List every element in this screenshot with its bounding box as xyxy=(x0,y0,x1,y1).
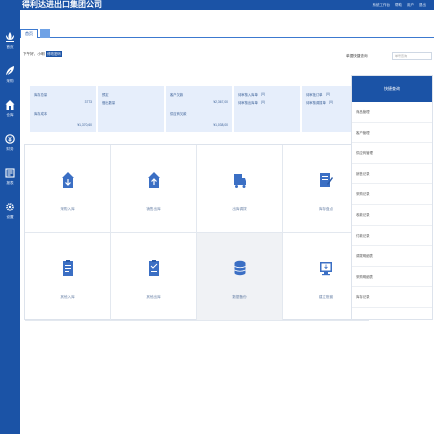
module-label: 其他出库 xyxy=(146,295,161,299)
quick-query-panel: 快捷查询 商品管理 客户管理 供应商管理 销售记录 采购记录 收款记录 付款记录… xyxy=(351,75,433,320)
quick-item-stock-records[interactable]: 库存记录 xyxy=(352,287,432,308)
sidebar-item-report[interactable]: 报表 xyxy=(0,162,20,196)
top-link-help[interactable]: 帮助 xyxy=(395,3,402,7)
change-password-button[interactable]: 修改密码 xyxy=(46,51,62,57)
greeting-text: 下午好，小明 xyxy=(23,52,45,56)
stat-value: ¥2,367,00 xyxy=(213,100,228,104)
module-grid: 采购入库 销售出库 出库调拨 库存盘点 其他入库 其他出库 数据备份 建立账套 xyxy=(24,144,370,321)
stat-value: (0) xyxy=(261,100,266,104)
sidebar-item-label: 采购 xyxy=(6,79,14,83)
module-label: 数据备份 xyxy=(232,295,247,299)
search-input[interactable]: 单号查询 xyxy=(392,52,432,60)
stats-row: 库存总量 3773 库存成本 ¥1,370,60 预定 借出数量 客户欠款 ¥2… xyxy=(30,86,370,132)
quick-item-receipt-records[interactable]: 收款记录 xyxy=(352,205,432,226)
search-label: 单据快捷查询 xyxy=(346,54,368,58)
clipboard-out-icon xyxy=(149,260,159,276)
quick-item-suppliers[interactable]: 供应商管理 xyxy=(352,143,432,164)
gear-icon xyxy=(6,203,14,211)
module-label: 其他入库 xyxy=(60,295,75,299)
quick-item-products[interactable]: 商品管理 xyxy=(352,102,432,123)
module-label: 出库调拨 xyxy=(232,207,247,211)
quick-item-customers[interactable]: 客户管理 xyxy=(352,123,432,144)
top-link-logout[interactable]: 退出 xyxy=(419,3,426,7)
stat-value: (0) xyxy=(261,92,266,96)
left-sidebar: 首页 采购 仓库 财务 报表 设置 xyxy=(0,10,20,434)
stat-value: (0) xyxy=(329,100,334,104)
stat-label: 库存总量 xyxy=(34,93,48,97)
quick-item-transfer-details[interactable]: 调拨明细表 xyxy=(352,246,432,267)
module-other-out[interactable]: 其他出库 xyxy=(111,233,197,321)
sidebar-item-label: 财务 xyxy=(6,147,14,151)
top-bar: 得利达进出口集团公司 系统工作台 帮助 用户 退出 xyxy=(0,0,434,10)
stat-card-pending-stock[interactable]: 待审核入库单 (0) 待审核出库单 (0) xyxy=(234,86,300,132)
stat-label: 借出数量 xyxy=(102,101,116,105)
stat-card-inventory: 库存总量 3773 库存成本 ¥1,370,60 xyxy=(30,86,96,132)
top-link-workbench[interactable]: 系统工作台 xyxy=(373,3,391,7)
app-title: 得利达进出口集团公司 xyxy=(22,0,102,9)
sidebar-item-label: 报表 xyxy=(6,181,14,185)
stat-card-debt: 客户欠款 ¥2,367,00 供应商欠款 ¥1,038,00 xyxy=(166,86,232,132)
sidebar-item-home[interactable]: 首页 xyxy=(0,26,20,60)
report-icon xyxy=(5,168,15,178)
sidebar-item-purchase[interactable]: 采购 xyxy=(0,60,20,94)
sidebar-item-finance[interactable]: 财务 xyxy=(0,128,20,162)
stat-label: 待审核调拨单 xyxy=(306,101,326,105)
top-link-user[interactable]: 用户 xyxy=(407,3,414,7)
sidebar-item-warehouse[interactable]: 仓库 xyxy=(0,94,20,128)
tab-home[interactable]: 首页 xyxy=(20,29,38,38)
database-icon xyxy=(234,260,246,276)
sidebar-item-label: 设置 xyxy=(6,215,14,219)
stat-label: 待审核出库单 xyxy=(238,101,258,105)
stat-label: 待审批订单 xyxy=(306,93,323,97)
home-icon xyxy=(5,100,15,110)
quick-item-purchase-details[interactable]: 采购明细表 xyxy=(352,267,432,288)
quick-query-title: 快捷查询 xyxy=(352,76,432,102)
stat-value: (0) xyxy=(326,92,331,96)
edit-doc-icon xyxy=(320,173,333,187)
stat-card-reserve: 预定 借出数量 xyxy=(98,86,164,132)
quick-item-purchase-records[interactable]: 采购记录 xyxy=(352,184,432,205)
stat-label: 库存成本 xyxy=(34,112,48,116)
inbound-house-icon xyxy=(62,172,74,188)
stat-value: 3773 xyxy=(84,100,92,104)
tab-strip: 首页 xyxy=(20,10,434,38)
top-links: 系统工作台 帮助 用户 退出 xyxy=(369,0,426,10)
stat-label: 待审核入库单 xyxy=(238,93,258,97)
module-label: 销售出库 xyxy=(146,207,161,211)
quick-item-sales-records[interactable]: 销售记录 xyxy=(352,164,432,185)
stat-label: 客户欠款 xyxy=(170,93,184,97)
module-other-in[interactable]: 其他入库 xyxy=(25,233,111,321)
stat-label: 预定 xyxy=(102,93,109,97)
stat-value: ¥1,370,60 xyxy=(77,123,92,127)
leaf-icon xyxy=(5,66,14,77)
outbound-house-icon xyxy=(148,172,160,188)
stat-value: ¥1,038,00 xyxy=(213,123,228,127)
truck-icon xyxy=(234,174,246,188)
lotus-icon xyxy=(6,32,14,42)
sidebar-item-label: 首页 xyxy=(6,45,14,49)
sidebar-item-settings[interactable]: 设置 xyxy=(0,196,20,230)
clipboard-in-icon xyxy=(63,260,73,276)
module-label: 采购入库 xyxy=(60,207,75,211)
module-purchase-in[interactable]: 采购入库 xyxy=(25,145,111,233)
sidebar-item-label: 仓库 xyxy=(6,113,14,117)
monitor-icon xyxy=(320,262,332,276)
module-transfer[interactable]: 出库调拨 xyxy=(197,145,283,233)
coin-icon xyxy=(5,134,15,144)
tab-add-button[interactable] xyxy=(40,29,50,38)
module-sales-out[interactable]: 销售出库 xyxy=(111,145,197,233)
stat-label: 供应商欠款 xyxy=(170,112,187,116)
quick-item-payment-records[interactable]: 付款记录 xyxy=(352,226,432,247)
module-backup[interactable]: 数据备份 xyxy=(197,233,283,321)
